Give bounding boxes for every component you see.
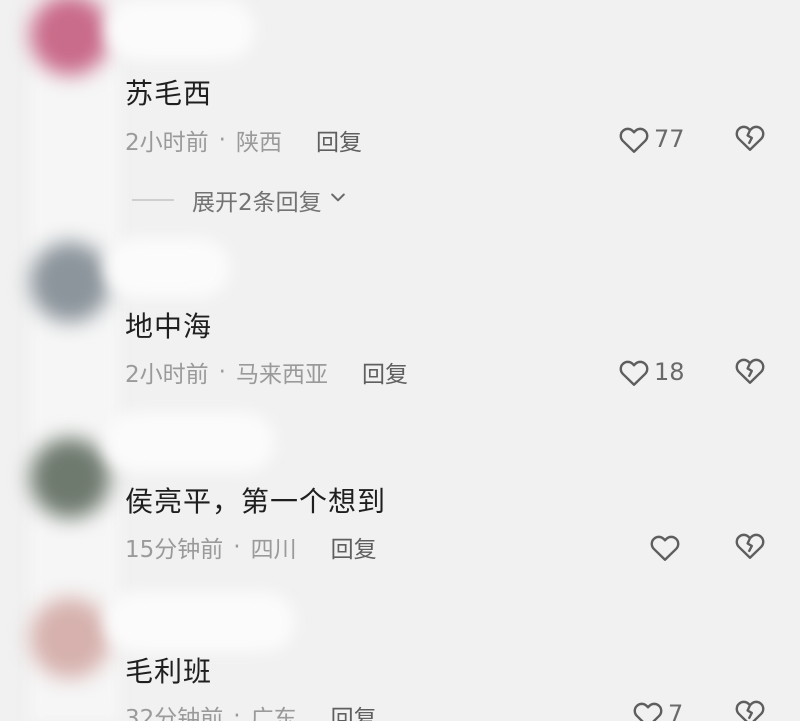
comment-meta: 2小时前 · 马来西亚 回复 (125, 354, 408, 390)
meta-separator: · (218, 127, 226, 153)
comment-location: 广东 (250, 706, 297, 721)
comment-text: 苏毛西 (125, 77, 213, 110)
dislike-button[interactable] (730, 352, 770, 392)
username-blur (105, 592, 295, 652)
comment-location: 马来西亚 (235, 362, 328, 388)
like-button[interactable]: 7 (630, 694, 683, 721)
divider-line (132, 199, 174, 201)
comment-text: 地中海 (125, 310, 213, 343)
dislike-button[interactable] (730, 527, 770, 567)
comment-meta: 2小时前 · 陕西 回复 (125, 122, 362, 158)
dislike-button[interactable] (730, 119, 770, 159)
like-count: 77 (654, 125, 685, 153)
expand-replies-label: 展开2条回复 (192, 190, 322, 216)
comment-time: 2小时前 (125, 362, 209, 388)
heart-outline-icon (630, 696, 666, 721)
username-blur (105, 238, 230, 298)
username-blur (105, 412, 275, 472)
username-blur (105, 0, 255, 60)
comment-list-screen: 苏毛西 2小时前 · 陕西 回复 77 展开2条回复 地中海 2小时前 · 马来… (0, 0, 800, 721)
heart-outline-icon (647, 529, 683, 565)
reply-button[interactable]: 回复 (331, 530, 377, 564)
dislike-button[interactable] (730, 694, 770, 721)
comment-text: 毛利班 (125, 655, 213, 688)
like-button[interactable] (647, 527, 685, 567)
like-button[interactable]: 18 (616, 352, 685, 392)
like-button[interactable]: 77 (616, 119, 685, 159)
broken-heart-icon (732, 119, 768, 159)
reply-button[interactable]: 回复 (362, 355, 408, 389)
meta-separator: · (218, 359, 226, 385)
avatar[interactable] (30, 598, 110, 678)
broken-heart-icon (732, 694, 768, 721)
meta-separator: · (233, 703, 241, 721)
reply-button[interactable]: 回复 (331, 699, 377, 721)
expand-replies-button[interactable]: 展开2条回复 (132, 182, 348, 218)
avatar[interactable] (30, 242, 110, 322)
reply-button[interactable]: 回复 (316, 123, 362, 157)
broken-heart-icon (732, 352, 768, 392)
comment-time: 2小时前 (125, 130, 209, 156)
like-count: 18 (654, 358, 685, 386)
comment-text: 侯亮平，第一个想到 (125, 485, 387, 518)
heart-outline-icon (616, 354, 652, 390)
like-count: 7 (668, 700, 684, 721)
avatar[interactable] (30, 438, 110, 518)
broken-heart-icon (732, 527, 768, 567)
comment-meta: 32分钟前 · 广东 回复 (125, 698, 377, 721)
comment-location: 四川 (250, 537, 297, 563)
comment-location: 陕西 (235, 130, 282, 156)
comment-meta: 15分钟前 · 四川 回复 (125, 529, 377, 565)
comment-time: 32分钟前 (125, 706, 224, 721)
heart-outline-icon (616, 121, 652, 157)
comment-time: 15分钟前 (125, 537, 224, 563)
chevron-down-icon (328, 187, 348, 213)
meta-separator: · (233, 534, 241, 560)
